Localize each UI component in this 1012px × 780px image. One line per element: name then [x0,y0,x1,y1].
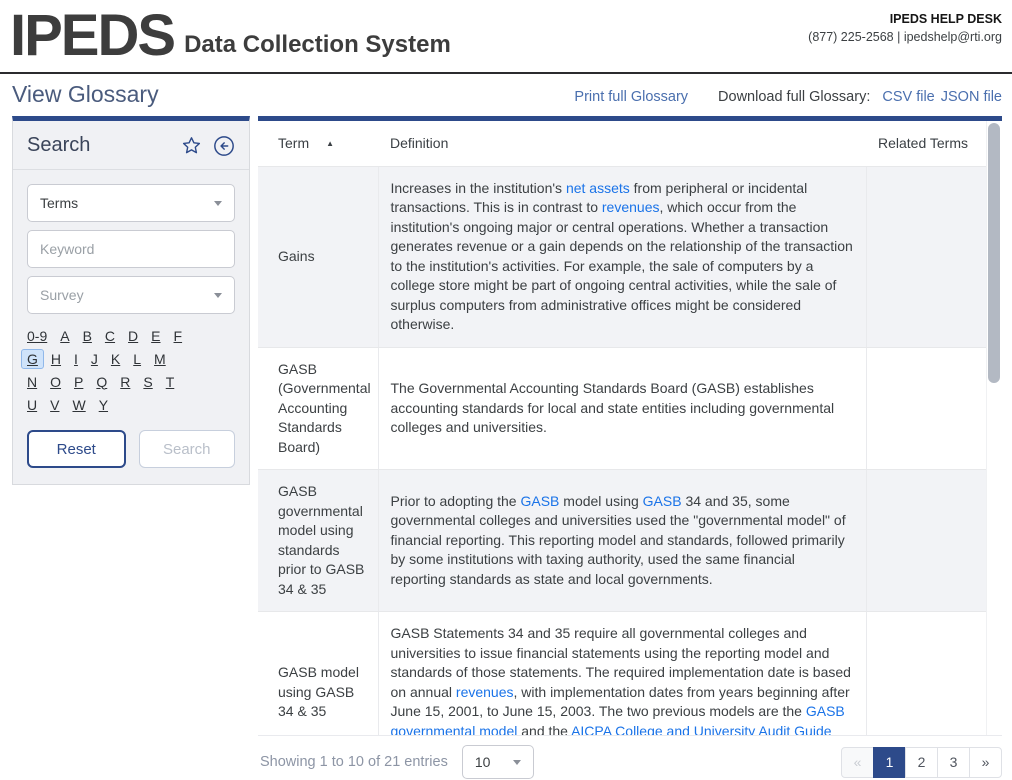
column-header-term[interactable]: Term ▲ [258,121,378,167]
help-desk-title: IPEDS HELP DESK [889,12,1002,26]
pagination-page-1-button[interactable]: 1 [873,746,906,778]
letter-link-v[interactable]: V [50,397,59,413]
keyword-input[interactable] [27,230,235,268]
letter-link-k[interactable]: K [111,351,120,367]
definition-term-link[interactable]: GASB [520,493,559,509]
search-panel: Search Terms Survey 0-9 ABCDEF GHIJKLM NOPQ… [12,116,250,485]
json-file-link[interactable]: JSON file [941,89,1002,105]
table-scrollbar-thumb[interactable] [988,123,1000,383]
glossary-row: GASB model using GASB 34 & 35 GASB Statem… [258,611,986,735]
letter-link-o[interactable]: O [50,374,61,390]
app-header: IPEDS Data Collection System IPEDS HELP … [0,0,1012,72]
column-header-definition[interactable]: Definition [378,121,866,167]
table-header-row: Term ▲ Definition Related Terms [258,121,986,167]
glossary-main: Term ▲ Definition Related Terms Gains Incr… [258,116,1002,780]
letter-link-s[interactable]: S [143,374,152,390]
related-terms-cell [866,166,986,348]
survey-dropdown[interactable]: Survey [27,276,235,314]
definition-cell: The Governmental Accounting Standards Bo… [378,347,867,470]
table-footer: Showing 1 to 10 of 21 entries 10 «1 2 3» [258,736,1002,780]
chevron-down-icon [214,200,222,206]
search-panel-header: Search [13,121,249,170]
letter-link-0-9[interactable]: 0-9 [27,328,47,344]
term-cell: GASB model using GASB 34 & 35 [258,611,379,735]
page-title: View Glossary [12,81,159,107]
letter-link-j[interactable]: J [91,351,98,367]
related-terms-cell [866,469,986,612]
pagination-prev-button[interactable]: « [841,746,874,778]
definition-term-link[interactable]: revenues [602,199,660,215]
related-terms-cell [866,611,986,735]
page-bar: View Glossary Print full Glossary Downlo… [0,74,1012,116]
glossary-row: GASB governmental model using standards … [258,469,986,612]
terms-dropdown[interactable]: Terms [27,184,235,222]
chevron-down-icon [214,292,222,298]
definition-term-link[interactable]: net assets [566,180,630,196]
definition-cell: Prior to adopting the GASB model using G… [378,469,867,612]
column-header-related-terms[interactable]: Related Terms [866,121,986,167]
letter-link-r[interactable]: R [120,374,130,390]
definition-term-link[interactable]: revenues [456,684,514,700]
brand: IPEDS Data Collection System [10,6,451,66]
sort-ascending-icon: ▲ [326,139,335,149]
help-desk: IPEDS HELP DESK (877) 225-2568 | ipedshe… [808,6,1002,44]
collapse-panel-arrow-icon[interactable] [213,135,235,157]
print-full-glossary-link[interactable]: Print full Glossary [574,89,688,105]
letter-link-p[interactable]: P [74,374,83,390]
term-cell: Gains [258,166,379,348]
definition-cell: GASB Statements 34 and 35 require all go… [378,611,867,735]
download-full-glossary-label: Download full Glossary: [718,89,871,105]
term-cell: GASB governmental model using standards … [258,469,379,612]
glossary-table: Term ▲ Definition Related Terms Gains Incr… [258,116,1002,736]
letter-link-q[interactable]: Q [96,374,107,390]
letter-link-e[interactable]: E [151,328,160,344]
page-size-value: 10 [474,754,491,770]
letter-link-u[interactable]: U [27,397,37,413]
definition-term-link[interactable]: GASB [643,493,682,509]
chevron-down-icon [512,759,521,765]
letter-link-f[interactable]: F [174,328,183,344]
pagination-page-2-button[interactable]: 2 [905,746,938,778]
letter-link-t[interactable]: T [166,374,175,390]
table-scrollbar-track[interactable] [986,121,1002,735]
help-desk-contact[interactable]: (877) 225-2568 | ipedshelp@rti.org [808,30,1002,44]
pagination-page-3-button[interactable]: 3 [937,746,970,778]
letter-link-c[interactable]: C [105,328,115,344]
showing-entries-text: Showing 1 to 10 of 21 entries [260,754,448,770]
search-panel-title: Search [27,134,91,156]
content: Search Terms Survey 0-9 ABCDEF GHIJKLM NOPQ… [0,116,1012,780]
related-terms-cell [866,347,986,470]
letter-link-w[interactable]: W [72,397,85,413]
reset-button[interactable]: Reset [27,430,126,468]
terms-dropdown-value: Terms [40,195,79,211]
ipeds-logo[interactable]: IPEDS [10,6,176,66]
letter-link-g[interactable]: G [21,348,44,369]
pagination-next-button[interactable]: » [969,746,1002,778]
letter-link-l[interactable]: L [133,351,141,367]
letter-link-m[interactable]: M [154,351,166,367]
term-cell: GASB (Governmental Accounting Standards … [258,347,379,470]
glossary-row: GASB (Governmental Accounting Standards … [258,347,986,470]
survey-dropdown-placeholder: Survey [40,287,84,303]
letter-link-i[interactable]: I [74,351,78,367]
letter-link-h[interactable]: H [51,351,61,367]
definition-cell: Increases in the institution's net asset… [378,166,867,348]
letter-link-y[interactable]: Y [99,397,108,413]
letter-link-n[interactable]: N [27,374,37,390]
glossary-row: Gains Increases in the institution's net … [258,166,986,348]
letter-link-a[interactable]: A [60,328,69,344]
favorite-star-icon[interactable] [181,135,202,156]
letter-link-d[interactable]: D [128,328,138,344]
search-panel-body: Terms Survey 0-9 ABCDEF GHIJKLM NOPQRST UVWY… [13,170,249,484]
glossary-actions: Print full Glossary Download full Glossa… [574,89,1002,108]
search-button[interactable]: Search [138,430,235,468]
page-size-dropdown[interactable]: 10 [461,745,534,779]
brand-subtitle: Data Collection System [184,31,451,58]
alphabet-filter: 0-9 A B C D E F G H I J K L M N O P Q R S T U V W Y [21,324,235,416]
csv-file-link[interactable]: CSV file [882,89,934,105]
letter-link-b[interactable]: B [83,328,92,344]
pagination: «1 2 3» [841,746,1002,778]
